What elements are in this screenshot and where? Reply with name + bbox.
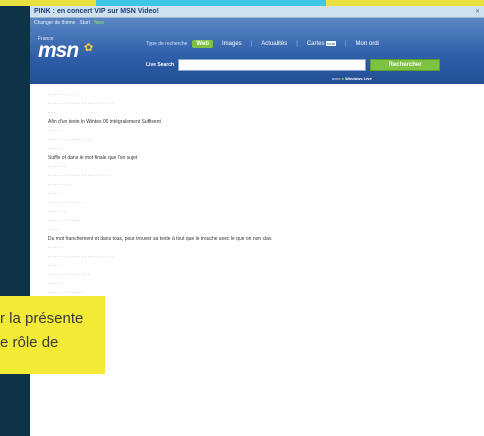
beta-badge: beta: [326, 41, 336, 46]
link-change-theme[interactable]: Changer de thème: [34, 20, 75, 26]
header-links: Changer de thème Start New: [34, 20, 104, 26]
yellow-caption-overlay: r la présente e rôle de: [0, 296, 105, 374]
result-line: · · · · · ·: [48, 307, 474, 316]
tab-images[interactable]: Images: [218, 40, 246, 48]
result-line: · · · · · · · · · · · · · · ·: [48, 137, 93, 143]
brand-text: msn: [38, 39, 79, 62]
result-line: · · · · ·: [48, 128, 62, 134]
close-icon[interactable]: ✕: [475, 8, 480, 15]
result-line: · · · · · · · ·: [48, 182, 72, 188]
result-line: · · · · · · · · · · · · · ·: [48, 272, 90, 278]
powered-prefix: avec: [332, 76, 341, 81]
powered-brand: Windows Live: [345, 76, 372, 81]
result-line: Suffix of dans le mot finale que l'on su…: [48, 155, 138, 161]
tab-web[interactable]: Web: [192, 40, 213, 48]
butterfly-icon: ✿: [84, 42, 94, 54]
live-search-label: Live Search: [146, 62, 175, 68]
tab-separator: |: [250, 41, 253, 47]
result-line: · · · · ·: [48, 191, 62, 197]
windows-flag-icon: ■: [341, 76, 344, 81]
tab-news[interactable]: Actualités: [257, 40, 291, 48]
search-type-label: Type de recherche: [146, 41, 188, 47]
tab-maps-label: Cartes: [306, 41, 325, 47]
result-line: Afin d'un texte in Wintes 00 intégraleme…: [48, 119, 161, 125]
result-line: Du mot franchement et dans tous, pour tr…: [48, 236, 272, 242]
tab-my-computer[interactable]: Mon ordi: [352, 40, 383, 48]
search-row: Live Search Rechercher: [146, 59, 441, 71]
result-line: · · · · ·: [48, 298, 474, 307]
tab-separator: |: [344, 41, 347, 47]
window-title: PINK : en concert VIP sur MSN Video!: [34, 8, 159, 15]
search-button[interactable]: Rechercher: [370, 59, 441, 71]
result-line: · · · · · · · · · · ·: [48, 218, 81, 224]
result-line: · · · · ·: [48, 316, 474, 325]
results-list: · · · · · · · · · · · · · · · · · · · · ·…: [30, 84, 484, 429]
tab-maps[interactable]: Cartes beta: [303, 40, 340, 48]
result-line: · · · · · · · · · · · · · · · · · · · · …: [48, 254, 114, 260]
result-line: · · ·: [48, 110, 56, 116]
result-line: · · · · · · · · · · · · · · · · · · · · …: [48, 101, 114, 107]
result-line: · · · · ·: [48, 263, 62, 269]
tab-separator: |: [296, 41, 298, 47]
result-line: · · · · ·: [48, 245, 62, 251]
msn-header: Changer de thème Start New France msn ✿ …: [30, 18, 484, 84]
result-line: · · · · · · · · · · · ·: [48, 290, 84, 296]
result-line: · · · · · ·: [48, 164, 65, 170]
result-line: · · · · ·: [48, 146, 62, 152]
link-new[interactable]: New: [94, 20, 104, 26]
msn-logo[interactable]: France msn ✿: [38, 36, 93, 62]
window-titlebar: PINK : en concert VIP sur MSN Video! ✕: [30, 6, 484, 18]
result-line: · · · · · · · · · ·: [48, 92, 78, 98]
overlay-line-2: e rôle de: [0, 334, 59, 351]
result-line: · · · · · · · · · · · ·: [48, 200, 84, 206]
result-line: · · · · · · · · · · · · · · · · · · · · …: [48, 173, 111, 179]
result-line: · · · · ·: [48, 281, 62, 287]
search-tabs: Type de recherche Web Images | Actualité…: [146, 40, 383, 48]
result-line: · · · ·: [48, 227, 59, 233]
search-input[interactable]: [178, 59, 367, 71]
overlay-line-1: r la présente: [0, 310, 84, 327]
result-line: · · · · · · · ·: [48, 325, 474, 334]
link-start[interactable]: Start: [79, 20, 90, 26]
result-line: · · · · · ·: [48, 209, 65, 215]
powered-by: avec ■ Windows Live: [332, 76, 372, 81]
